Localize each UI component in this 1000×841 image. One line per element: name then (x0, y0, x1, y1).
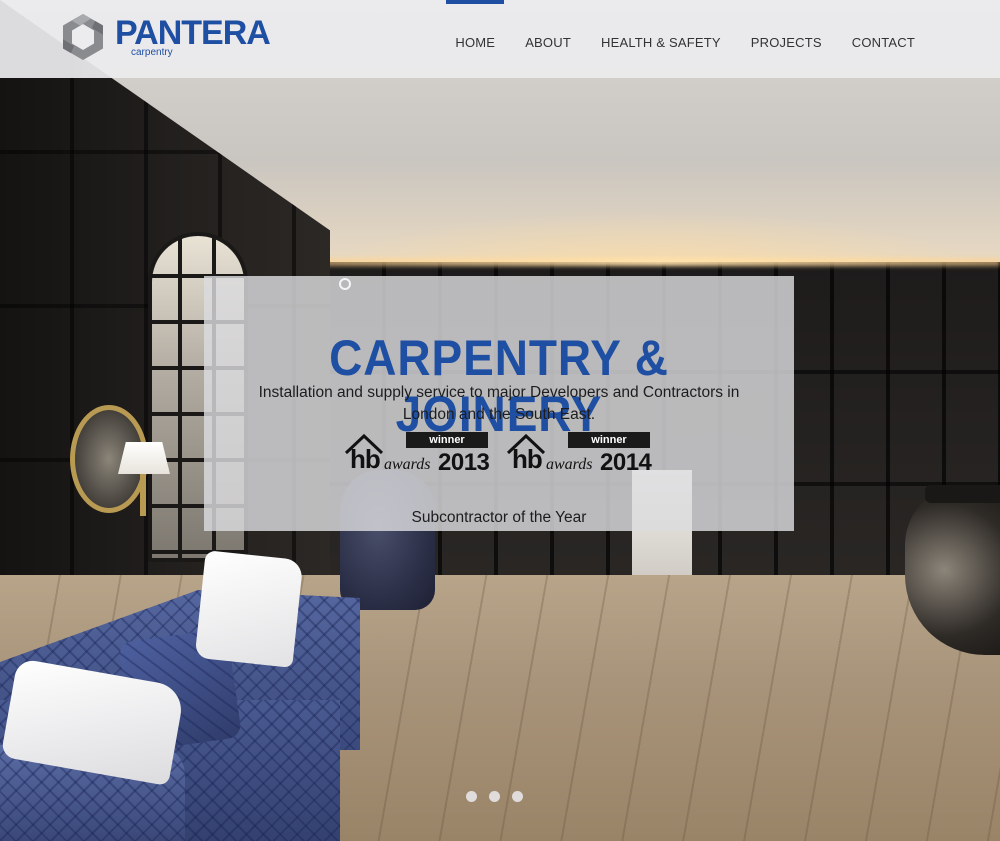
award-hb-mark: hb (350, 444, 381, 474)
page: PANTERA carpentry HOME ABOUT HEALTH & SA… (0, 0, 1000, 841)
loading-spinner-icon (339, 278, 351, 290)
slider-dot-3[interactable] (512, 791, 523, 802)
nav-item-about[interactable]: ABOUT (510, 0, 586, 78)
award-word: awards (384, 456, 431, 473)
award-year: 2013 (438, 449, 490, 476)
award-logo-2013: winner hb awards 2013 (344, 432, 494, 482)
award-winner-badge: winner (568, 432, 650, 448)
awards-row: winner hb awards 2013 winner hb awards 2… (344, 432, 664, 482)
site-header: PANTERA carpentry HOME ABOUT HEALTH & SA… (0, 0, 1000, 78)
slider-pagination (466, 791, 523, 803)
bg-white-pillow (194, 550, 304, 668)
award-hb-mark: hb (512, 444, 543, 474)
slider-dot-1[interactable] (466, 791, 477, 802)
logo-tagline: carpentry (131, 47, 173, 58)
award-word: awards (546, 456, 593, 473)
bg-light-strip (320, 258, 1000, 266)
nav-item-health-safety[interactable]: HEALTH & SAFETY (586, 0, 736, 78)
slider-dot-2[interactable] (489, 791, 500, 802)
nav-item-contact[interactable]: CONTACT (837, 0, 930, 78)
nav-item-home[interactable]: HOME (440, 0, 510, 78)
bg-wall-lamp-stem (140, 474, 146, 516)
logo-wordmark: PANTERA (115, 14, 271, 52)
bg-wall-lamp-shade (118, 442, 170, 474)
nav-item-projects[interactable]: PROJECTS (736, 0, 837, 78)
award-logo-2014: winner hb awards 2014 (506, 432, 656, 482)
hero-panel: CARPENTRY & JOINERY Installation and sup… (204, 276, 794, 531)
award-winner-badge: winner (406, 432, 488, 448)
hero-description: Installation and supply service to major… (258, 383, 740, 423)
award-year: 2014 (600, 449, 652, 476)
bg-reception-desk-top (925, 485, 1000, 503)
pantera-logo-icon (63, 14, 103, 60)
award-caption: Subcontractor of the Year (411, 508, 587, 526)
main-nav: HOME ABOUT HEALTH & SAFETY PROJECTS CONT… (440, 0, 930, 78)
logo-link[interactable]: PANTERA carpentry (58, 12, 273, 62)
